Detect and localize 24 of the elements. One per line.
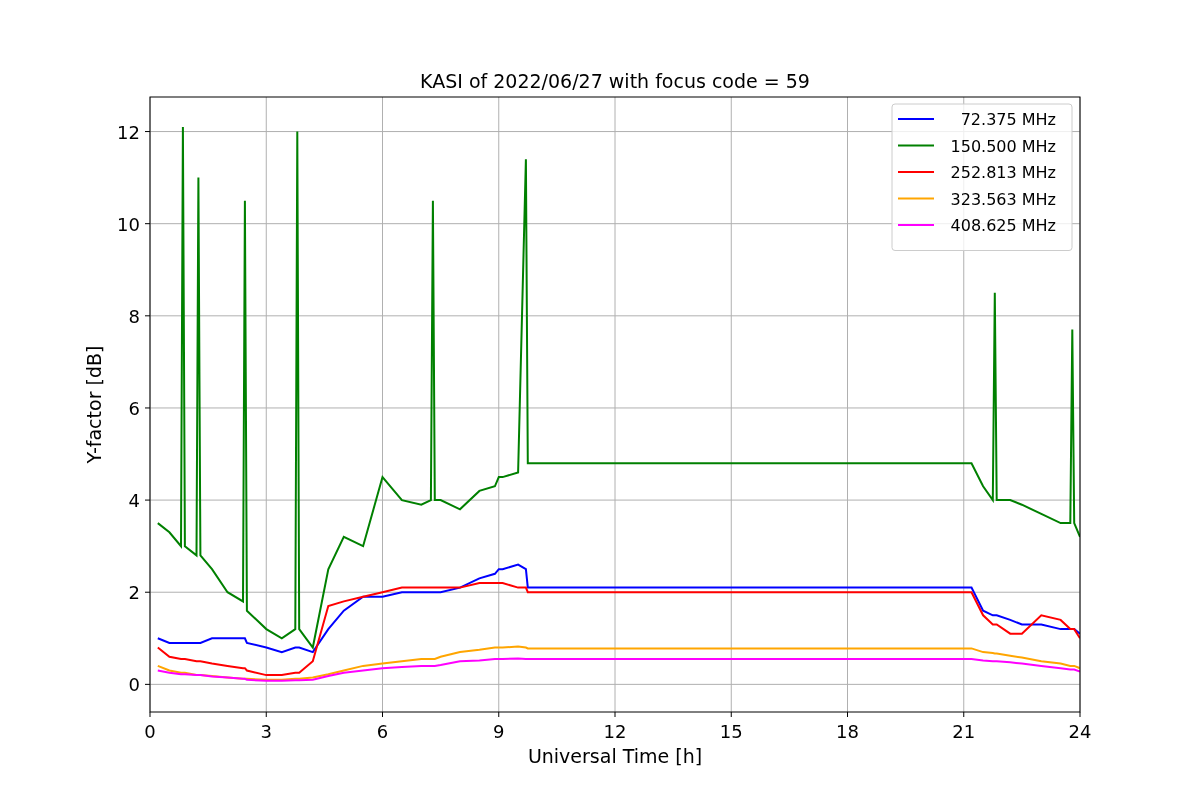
legend-label: 323.563 MHz [950, 189, 1056, 209]
legend-label: 252.813 MHz [950, 163, 1056, 182]
x-tick-label: 15 [719, 721, 743, 742]
y-tick-label: 10 [117, 213, 140, 235]
y-tick-label: 6 [128, 397, 140, 419]
x-tick-label: 21 [952, 721, 976, 742]
x-tick-label: 0 [144, 721, 156, 742]
x-tick-label: 24 [1068, 721, 1092, 742]
legend-label: 72.375 MHz [960, 110, 1056, 129]
x-tick-label: 18 [836, 721, 859, 742]
legend-label: 150.500 MHz [950, 136, 1056, 156]
x-tick-label: 3 [260, 721, 272, 742]
y-tick-label: 2 [128, 582, 140, 604]
y-tick-label: 0 [128, 674, 140, 696]
x-tick-label: 6 [376, 721, 389, 742]
x-tick-label: 9 [493, 721, 505, 742]
legend-label: 408.625 MHz [950, 216, 1056, 235]
y-tick-label: 8 [128, 305, 140, 327]
y-tick-label: 4 [128, 490, 140, 512]
x-axis-label: Universal Time [h] [527, 745, 703, 767]
y-tick-label: 12 [117, 121, 140, 143]
x-tick-label: 12 [603, 721, 627, 742]
y-axis-label: Y-factor [dB] [83, 345, 105, 464]
chart-title: KASI of 2022/06/27 with focus code = 59 [420, 70, 810, 92]
